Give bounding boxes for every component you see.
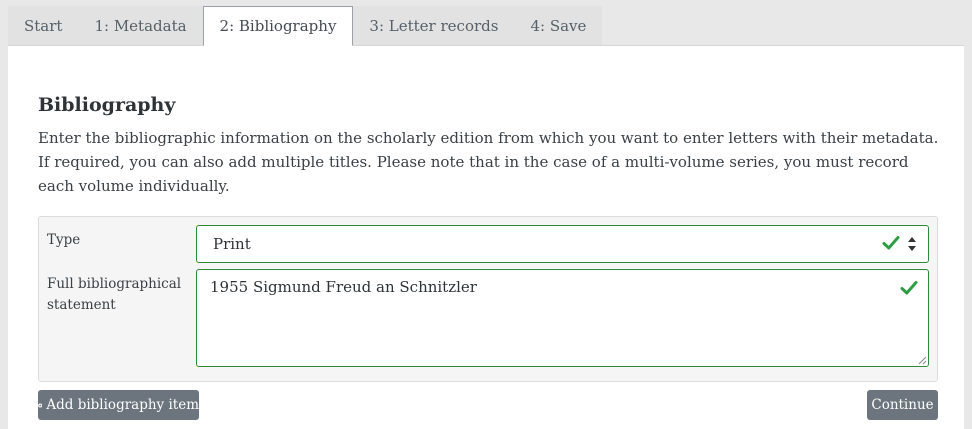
add-bibliography-item-button[interactable]: Add bibliography item xyxy=(38,390,199,420)
full-statement-value: 1955 Sigmund Freud an Schnitzler xyxy=(210,278,477,296)
sort-arrows-icon xyxy=(908,237,916,251)
full-statement-label: Full bibliographical statement xyxy=(47,276,182,313)
section-description: Enter the bibliographic information on t… xyxy=(38,129,939,195)
tab-bibliography[interactable]: 2: Bibliography xyxy=(202,6,354,46)
bibliography-panel: Bibliography Enter the bibliographic inf… xyxy=(8,45,964,429)
full-statement-textarea[interactable]: 1955 Sigmund Freud an Schnitzler xyxy=(196,269,929,367)
continue-button[interactable]: Continue xyxy=(867,390,938,420)
tab-metadata[interactable]: 1: Metadata xyxy=(78,6,203,45)
resize-grip-icon[interactable] xyxy=(917,355,927,365)
check-icon xyxy=(900,281,918,295)
check-icon xyxy=(882,236,900,250)
section-title: Bibliography xyxy=(38,94,176,116)
tab-bar: Start 1: Metadata 2: Bibliography 3: Let… xyxy=(8,6,603,46)
type-label: Type xyxy=(47,232,81,248)
bibliography-item-form: Type Print Full bibliographical statemen… xyxy=(38,216,938,382)
type-select[interactable]: Print xyxy=(196,225,929,263)
tab-start[interactable]: Start xyxy=(8,6,79,45)
type-select-value: Print xyxy=(213,235,251,253)
tab-letter-records[interactable]: 3: Letter records xyxy=(353,6,515,45)
add-bibliography-item-label: Add bibliography item xyxy=(46,397,199,413)
plus-circle-icon xyxy=(38,402,43,408)
tab-save[interactable]: 4: Save xyxy=(514,6,603,45)
